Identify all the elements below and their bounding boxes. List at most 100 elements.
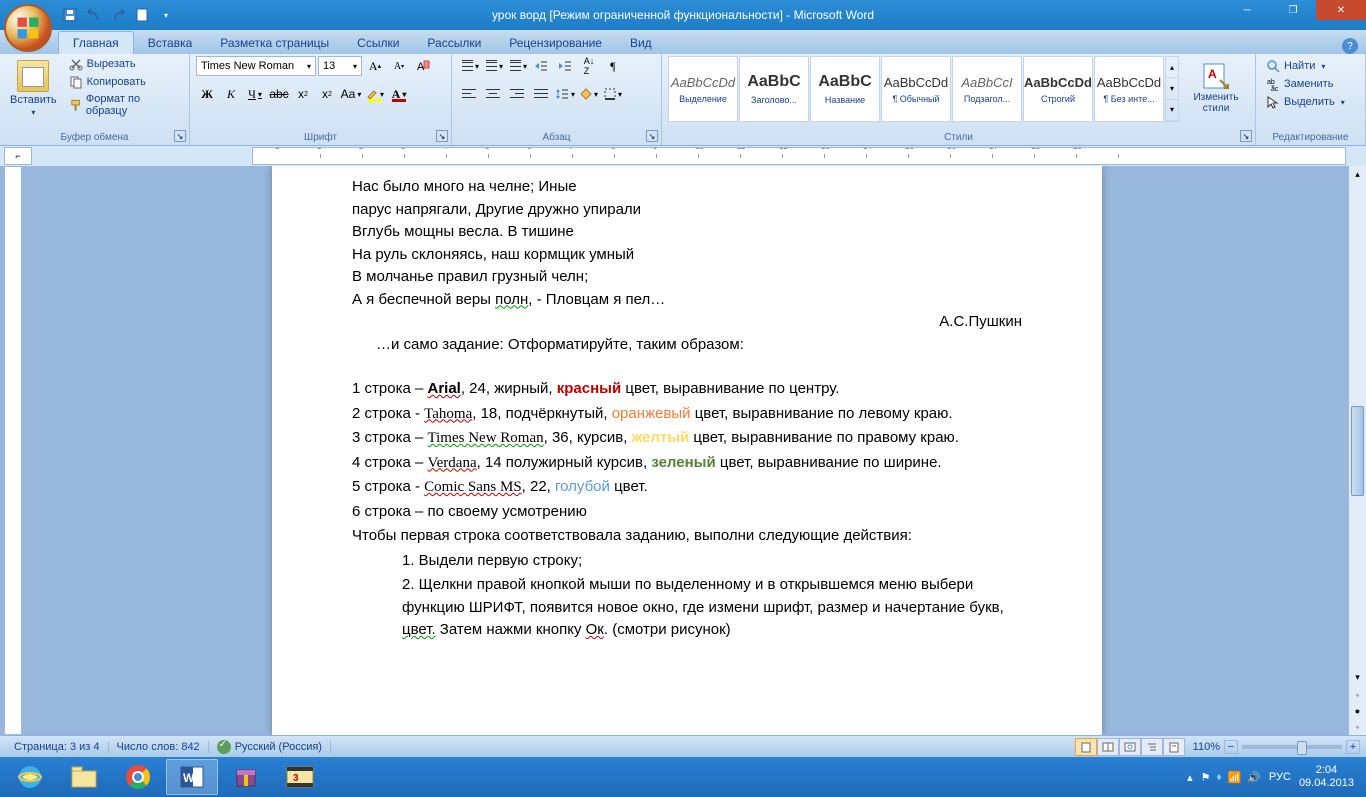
chrome-icon[interactable]: [112, 759, 164, 795]
volume-icon[interactable]: 🔊: [1247, 771, 1261, 784]
browse-object-icon[interactable]: ●: [1349, 703, 1366, 719]
style-item[interactable]: AaBbCЗаголово...: [739, 56, 809, 122]
multilevel-button[interactable]: ▾: [506, 56, 528, 76]
explorer-icon[interactable]: [58, 759, 110, 795]
redo-icon[interactable]: [108, 5, 128, 25]
page[interactable]: Нас было много на челне; Иные парус напр…: [272, 166, 1102, 735]
style-item[interactable]: AaBbCcDdВыделение: [668, 56, 738, 122]
language-indicator[interactable]: Русский (Россия): [209, 740, 331, 754]
borders-button[interactable]: ▾: [602, 84, 624, 104]
style-expand[interactable]: ▾: [1166, 100, 1178, 121]
subscript-button[interactable]: x2: [292, 84, 314, 104]
align-right-button[interactable]: [506, 84, 528, 104]
vertical-scrollbar[interactable]: ▴ ▾ ◦ ● ◦: [1348, 166, 1366, 735]
tab-insert[interactable]: Вставка: [134, 32, 207, 54]
line-spacing-button[interactable]: ▾: [554, 84, 576, 104]
font-color-button[interactable]: A▾: [388, 84, 410, 104]
tab-mailings[interactable]: Рассылки: [413, 32, 495, 54]
tab-layout[interactable]: Разметка страницы: [206, 32, 343, 54]
style-scroll-up[interactable]: ▴: [1166, 57, 1178, 78]
scroll-thumb[interactable]: [1351, 406, 1364, 496]
outline-view[interactable]: [1141, 738, 1163, 756]
network-icon[interactable]: 📶: [1228, 771, 1242, 784]
highlight-button[interactable]: ▾: [364, 84, 386, 104]
scroll-down-icon[interactable]: ▾: [1349, 669, 1366, 685]
replace-button[interactable]: abacЗаменить: [1264, 76, 1357, 92]
zoom-out-button[interactable]: −: [1224, 740, 1238, 754]
zoom-slider[interactable]: [1242, 745, 1342, 749]
numbering-button[interactable]: ▾: [482, 56, 504, 76]
flag-icon[interactable]: ⚑: [1201, 771, 1211, 784]
tab-view[interactable]: Вид: [616, 32, 666, 54]
paragraph-launcher[interactable]: ↘: [646, 130, 658, 142]
bluetooth-icon[interactable]: ⬧: [1217, 771, 1222, 784]
scroll-up-icon[interactable]: ▴: [1349, 166, 1366, 182]
decrease-indent-button[interactable]: [530, 56, 552, 76]
style-item[interactable]: AaBbCcIПодзагол...: [952, 56, 1022, 122]
winrar-icon[interactable]: [220, 759, 272, 795]
moviemaker-icon[interactable]: 3: [274, 759, 326, 795]
italic-button[interactable]: К: [220, 84, 242, 104]
underline-button[interactable]: Ч▾: [244, 84, 266, 104]
page-indicator[interactable]: Страница: 3 из 4: [6, 741, 109, 753]
help-icon[interactable]: ?: [1342, 38, 1358, 54]
keyboard-lang[interactable]: РУС: [1269, 771, 1291, 783]
font-name-selector[interactable]: Times New Roman▾: [196, 56, 316, 76]
save-icon[interactable]: [60, 5, 80, 25]
horizontal-ruler[interactable]: 112345678910111213141516171819: [252, 147, 1346, 165]
align-justify-button[interactable]: [530, 84, 552, 104]
format-painter-button[interactable]: Формат по образцу: [65, 92, 183, 118]
font-size-selector[interactable]: 13▾: [318, 56, 362, 76]
superscript-button[interactable]: x2: [316, 84, 338, 104]
word-count[interactable]: Число слов: 842: [109, 741, 209, 753]
fullscreen-view[interactable]: [1097, 738, 1119, 756]
draft-view[interactable]: [1163, 738, 1185, 756]
paste-button[interactable]: Вставить ▾: [6, 56, 61, 121]
shading-button[interactable]: ▾: [578, 84, 600, 104]
change-styles-button[interactable]: A Изменить стили: [1183, 56, 1249, 118]
sort-button[interactable]: A↓Z: [578, 56, 600, 76]
office-button[interactable]: [4, 4, 52, 52]
tab-home[interactable]: Главная: [58, 31, 134, 54]
page-container[interactable]: Нас было много на челне; Иные парус напр…: [26, 166, 1348, 735]
align-left-button[interactable]: [458, 84, 480, 104]
ie-icon[interactable]: [4, 759, 56, 795]
close-button[interactable]: ✕: [1316, 0, 1366, 20]
clipboard-launcher[interactable]: ↘: [174, 130, 186, 142]
word-icon[interactable]: W: [166, 759, 218, 795]
select-button[interactable]: Выделить▾: [1264, 94, 1357, 110]
zoom-level[interactable]: 110%: [1193, 741, 1220, 753]
show-hidden-icon[interactable]: ▴: [1187, 771, 1193, 784]
style-item[interactable]: AaBbCcDdСтрогий: [1023, 56, 1093, 122]
increase-indent-button[interactable]: [554, 56, 576, 76]
vertical-ruler[interactable]: [4, 166, 22, 735]
print-layout-view[interactable]: [1075, 738, 1097, 756]
font-launcher[interactable]: ↘: [436, 130, 448, 142]
grow-font-button[interactable]: A▴: [364, 56, 386, 76]
strikethrough-button[interactable]: abc: [268, 84, 290, 104]
styles-launcher[interactable]: ↘: [1240, 130, 1252, 142]
web-view[interactable]: [1119, 738, 1141, 756]
copy-button[interactable]: Копировать: [65, 74, 183, 90]
style-scroll-down[interactable]: ▾: [1166, 78, 1178, 99]
tab-review[interactable]: Рецензирование: [495, 32, 616, 54]
style-item[interactable]: AaBbCcDd¶ Обычный: [881, 56, 951, 122]
style-item[interactable]: AaBbCcDd¶ Без инте...: [1094, 56, 1164, 122]
cut-button[interactable]: Вырезать: [65, 56, 183, 72]
next-page-icon[interactable]: ◦: [1349, 719, 1366, 735]
clear-format-button[interactable]: A: [412, 56, 434, 76]
show-marks-button[interactable]: ¶: [602, 56, 624, 76]
bullets-button[interactable]: ▾: [458, 56, 480, 76]
qat-dropdown-icon[interactable]: ▾: [156, 5, 176, 25]
change-case-button[interactable]: Aa▾: [340, 84, 362, 104]
ruler-corner[interactable]: ⌐: [4, 147, 32, 165]
minimize-button[interactable]: ─: [1224, 0, 1270, 20]
shrink-font-button[interactable]: A▾: [388, 56, 410, 76]
undo-icon[interactable]: [84, 5, 104, 25]
maximize-button[interactable]: ❐: [1270, 0, 1316, 20]
prev-page-icon[interactable]: ◦: [1349, 687, 1366, 703]
tab-references[interactable]: Ссылки: [343, 32, 413, 54]
bold-button[interactable]: Ж: [196, 84, 218, 104]
align-center-button[interactable]: [482, 84, 504, 104]
new-doc-icon[interactable]: [132, 5, 152, 25]
